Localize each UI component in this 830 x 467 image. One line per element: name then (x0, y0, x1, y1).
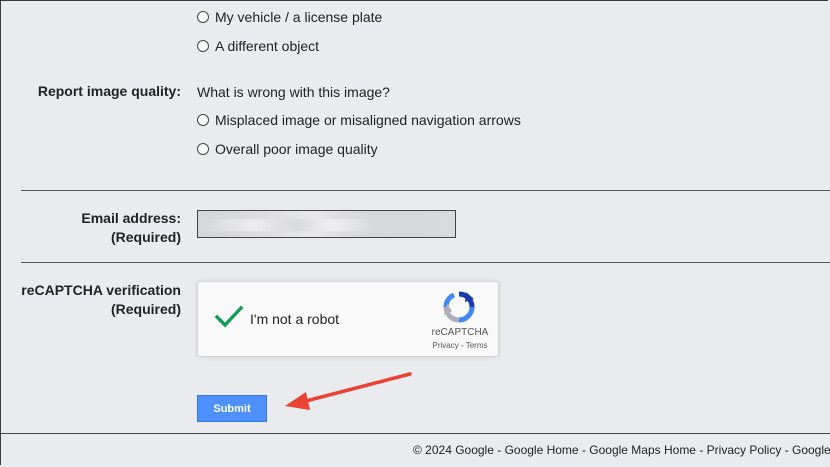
radio-button[interactable] (197, 11, 209, 23)
radio-label: My vehicle / a license plate (215, 9, 383, 25)
image-quality-question: What is wrong with this image? (197, 84, 390, 100)
redacted-email-value (204, 219, 374, 231)
radio-label: Overall poor image quality (215, 141, 378, 157)
radio-option-different-object[interactable]: A different object (197, 36, 319, 56)
email-field[interactable] (197, 210, 456, 238)
radio-option-misplaced-image[interactable]: Misplaced image or misaligned navigation… (197, 110, 521, 130)
image-quality-label: Report image quality: (37, 83, 181, 99)
radio-button[interactable] (197, 143, 209, 155)
recaptcha-widget: I'm not a robot reCAPTCHA Privacy - Term… (197, 281, 499, 357)
email-label-text: Email address: (81, 210, 181, 226)
submit-button[interactable]: Submit (197, 395, 267, 422)
radio-option-poor-quality[interactable]: Overall poor image quality (197, 139, 378, 159)
radio-button[interactable] (197, 40, 209, 52)
recaptcha-label-text: reCAPTCHA verification (21, 282, 181, 298)
red-arrow-annotation-icon (280, 368, 415, 418)
recaptcha-checkbox-label: I'm not a robot (250, 311, 340, 327)
checkmark-icon[interactable] (214, 304, 244, 335)
recaptcha-label: reCAPTCHA verification (Required) (21, 281, 181, 319)
radio-label: Misplaced image or misaligned navigation… (215, 112, 521, 128)
email-label: Email address: (Required) (81, 209, 181, 247)
recaptcha-brand: reCAPTCHA (431, 327, 489, 338)
radio-label: A different object (215, 38, 320, 54)
recaptcha-logo-icon (443, 291, 475, 328)
section-divider (21, 262, 830, 263)
footer-divider (0, 433, 830, 434)
email-required-text: (Required) (111, 229, 181, 245)
footer-links[interactable]: © 2024 Google - Google Home - Google Map… (413, 443, 830, 457)
radio-option-vehicle[interactable]: My vehicle / a license plate (197, 7, 382, 27)
recaptcha-privacy-terms-links[interactable]: Privacy - Terms (424, 341, 496, 350)
section-divider (21, 190, 830, 191)
radio-button[interactable] (197, 114, 209, 126)
recaptcha-required-text: (Required) (111, 301, 181, 317)
